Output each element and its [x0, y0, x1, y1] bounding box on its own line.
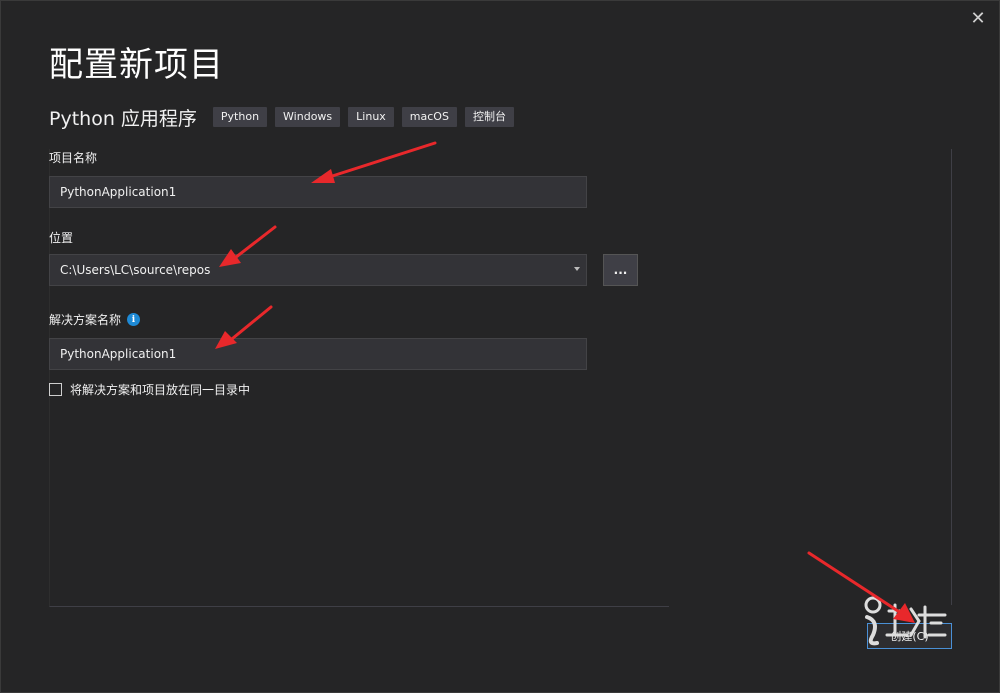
same-directory-option[interactable]: 将解决方案和项目放在同一目录中 [49, 381, 250, 398]
project-name-input[interactable]: PythonApplication1 [49, 176, 587, 208]
location-combobox[interactable]: C:\Users\LC\source\repos [49, 254, 587, 286]
solution-name-value: PythonApplication1 [60, 347, 177, 361]
tag-console: 控制台 [464, 107, 514, 127]
solution-name-label: 解决方案名称 [49, 313, 122, 327]
location-label: 位置 [49, 231, 74, 245]
location-value: C:\Users\LC\source\repos [60, 263, 211, 277]
close-icon[interactable]: ✕ [963, 3, 993, 33]
solution-name-input[interactable]: PythonApplication1 [49, 338, 587, 370]
project-name-value: PythonApplication1 [60, 185, 177, 199]
page-title: 配置新项目 [49, 45, 224, 85]
info-icon[interactable]: i [127, 313, 141, 326]
solution-name-label-row: 解决方案名称 i [49, 311, 141, 328]
configure-project-dialog: ✕ 配置新项目 Python 应用程序 Python Windows Linux… [0, 0, 1000, 693]
tag-linux: Linux [348, 107, 394, 127]
template-name: Python 应用程序 [49, 107, 197, 130]
template-info: Python 应用程序 Python Windows Linux macOS 控… [49, 104, 522, 130]
create-button[interactable]: 创建(C) [867, 623, 952, 649]
project-name-label: 项目名称 [49, 151, 98, 165]
panel-gap [669, 605, 953, 609]
tag-macos: macOS [401, 107, 457, 127]
same-directory-label: 将解决方案和项目放在同一目录中 [70, 383, 251, 397]
form-panel [49, 149, 952, 607]
browse-button[interactable]: ... [603, 254, 638, 286]
same-directory-checkbox[interactable] [49, 383, 62, 396]
tag-windows: Windows [275, 107, 341, 127]
chevron-down-icon[interactable] [574, 267, 580, 271]
tag-python: Python [212, 107, 268, 127]
